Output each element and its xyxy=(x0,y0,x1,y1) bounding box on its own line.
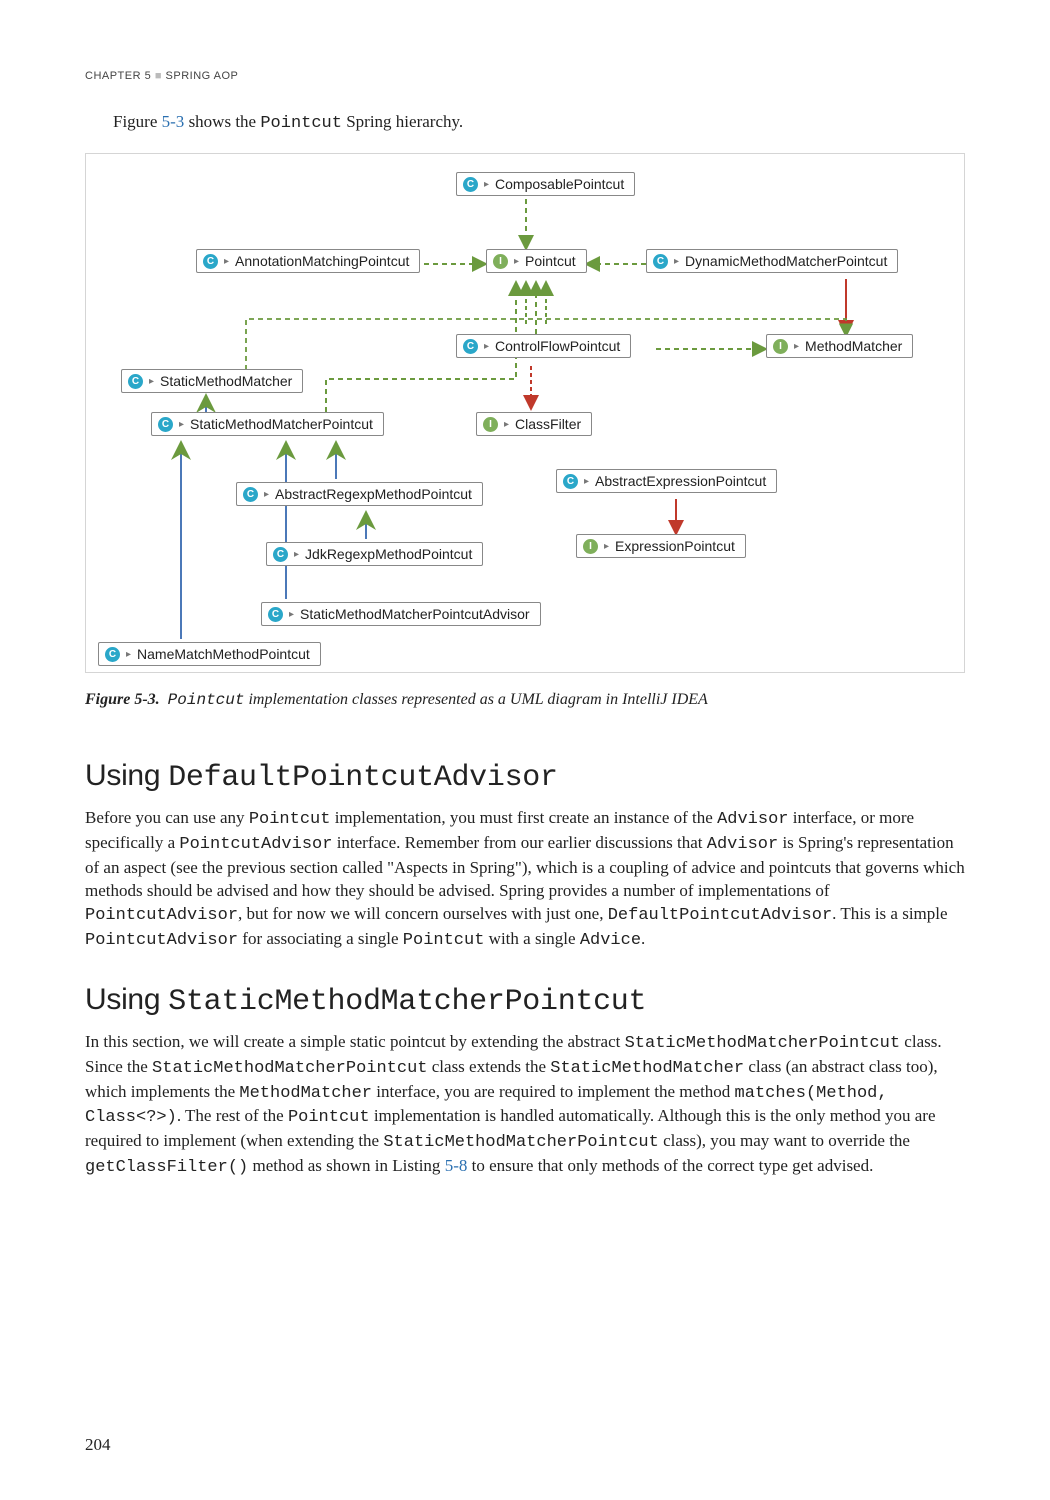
class-icon: C xyxy=(463,339,478,354)
class-icon: C xyxy=(158,417,173,432)
node-composable: C▸ComposablePointcut xyxy=(456,172,635,196)
section-heading-static-matcher: Using StaticMethodMatcherPointcut xyxy=(85,983,965,1019)
node-controlflow: C▸ControlFlowPointcut xyxy=(456,334,631,358)
node-abstractregexp: C▸AbstractRegexpMethodPointcut xyxy=(236,482,483,506)
node-classfilter: I▸ClassFilter xyxy=(476,412,592,436)
class-icon: C xyxy=(243,487,258,502)
interface-icon: I xyxy=(483,417,498,432)
figure-caption: Figure 5-3. Pointcut implementation clas… xyxy=(85,691,965,709)
node-methodmatcher: I▸MethodMatcher xyxy=(766,334,913,358)
class-icon: C xyxy=(268,607,283,622)
chapter-label: CHAPTER 5 xyxy=(85,70,151,82)
node-abstractexpr: C▸AbstractExpressionPointcut xyxy=(556,469,777,493)
twist-icon: ▸ xyxy=(484,179,489,190)
chapter-header: CHAPTER 5 ■ SPRING AOP xyxy=(85,70,965,82)
node-exprpointcut: I▸ExpressionPointcut xyxy=(576,534,746,558)
node-staticmm: C▸StaticMethodMatcher xyxy=(121,369,303,393)
class-icon: C xyxy=(563,474,578,489)
interface-icon: I xyxy=(773,339,788,354)
class-icon: C xyxy=(128,374,143,389)
class-icon: C xyxy=(105,647,120,662)
figure-intro: Figure 5-3 shows the Pointcut Spring hie… xyxy=(113,112,965,133)
node-annotation: C▸AnnotationMatchingPointcut xyxy=(196,249,420,273)
node-jdkregexp: C▸JdkRegexpMethodPointcut xyxy=(266,542,483,566)
class-icon: C xyxy=(463,177,478,192)
uml-diagram: C▸ComposablePointcut C▸AnnotationMatchin… xyxy=(85,153,965,673)
node-pointcut: I▸Pointcut xyxy=(486,249,587,273)
separator-icon: ■ xyxy=(155,70,162,82)
section-body-2: In this section, we will create a simple… xyxy=(85,1031,965,1181)
interface-icon: I xyxy=(583,539,598,554)
chapter-title: SPRING AOP xyxy=(166,70,239,82)
node-dynamic: C▸DynamicMethodMatcherPointcut xyxy=(646,249,898,273)
class-icon: C xyxy=(273,547,288,562)
node-staticmmp: C▸StaticMethodMatcherPointcut xyxy=(151,412,384,436)
section-body-1: Before you can use any Pointcut implemen… xyxy=(85,807,965,953)
page-number: 204 xyxy=(85,1435,111,1455)
class-icon: C xyxy=(203,254,218,269)
node-namematch: C▸NameMatchMethodPointcut xyxy=(98,642,321,666)
class-icon: C xyxy=(653,254,668,269)
section-heading-default-advisor: Using DefaultPointcutAdvisor xyxy=(85,759,965,795)
figure-ref-link[interactable]: 5-3 xyxy=(162,112,185,131)
node-staticadvisor: C▸StaticMethodMatcherPointcutAdvisor xyxy=(261,602,541,626)
interface-icon: I xyxy=(493,254,508,269)
